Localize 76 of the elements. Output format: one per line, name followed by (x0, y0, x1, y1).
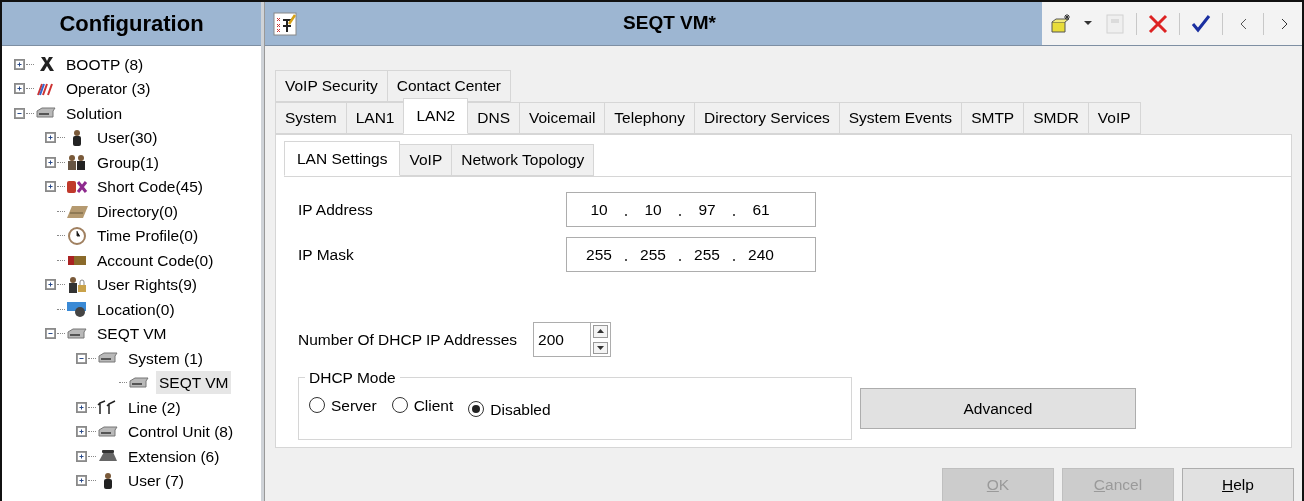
octet-field[interactable]: 10 (631, 197, 675, 222)
octet-field[interactable]: 255 (685, 242, 729, 267)
delete-icon[interactable] (1147, 12, 1169, 35)
octet-field[interactable]: 10 (577, 197, 621, 222)
check-icon[interactable] (1190, 12, 1212, 35)
tab[interactable]: VoIP (399, 144, 453, 176)
dialog-button[interactable]: Help (1182, 468, 1294, 501)
expand-icon[interactable] (45, 181, 56, 193)
form-icon (273, 11, 297, 36)
new-item-icon[interactable] (1050, 12, 1072, 35)
expand-icon[interactable] (45, 132, 56, 144)
tab[interactable]: Voicemail (519, 102, 606, 134)
expand-icon[interactable] (45, 279, 56, 291)
panel-title: Configuration (59, 10, 204, 38)
tab[interactable]: VoIP (1087, 102, 1141, 134)
radio-option[interactable]: Disabled (468, 397, 551, 421)
tab[interactable]: Contact Center (386, 70, 511, 102)
tab[interactable]: System (275, 102, 347, 134)
radio-option[interactable]: Client (391, 393, 454, 417)
tree-item[interactable]: System (1) (125, 346, 206, 370)
advanced-button[interactable]: Advanced (860, 388, 1136, 429)
tree-item[interactable]: Short Code(45) (94, 175, 206, 199)
radio-option[interactable]: Server (309, 393, 377, 417)
expand-icon[interactable] (76, 475, 87, 487)
tree-item[interactable]: Location(0) (94, 297, 178, 321)
tree-item[interactable]: User Rights(9) (94, 273, 200, 297)
tree-item[interactable]: Account Code(0) (94, 248, 217, 272)
tree-item[interactable]: Group(1) (94, 150, 163, 174)
tree-item[interactable]: BOOTP (8) (63, 52, 147, 76)
tab[interactable]: LAN1 (345, 102, 405, 134)
expand-icon[interactable] (76, 450, 87, 462)
expand-icon[interactable] (14, 83, 25, 95)
tab[interactable]: DNS (467, 102, 520, 134)
octet-field[interactable]: 240 (739, 242, 783, 267)
number-field[interactable]: 200 (533, 322, 592, 357)
tree-item[interactable]: Solution (63, 101, 125, 125)
tab[interactable]: LAN Settings (284, 141, 401, 176)
tree-item[interactable]: User(30) (94, 126, 161, 150)
location-icon (66, 300, 88, 319)
collapse-icon[interactable] (76, 352, 87, 364)
field-label: Number Of DHCP IP Addresses (298, 329, 518, 350)
group-title: DHCP Mode (309, 369, 396, 386)
tree-item[interactable]: Time Profile(0) (94, 224, 202, 248)
field-label: IP Address (298, 199, 374, 220)
tree-item[interactable]: SEQT VM (156, 371, 232, 395)
tab[interactable]: VoIP Security (275, 70, 388, 102)
tree-item[interactable]: Operator (3) (63, 77, 154, 101)
clock-icon (66, 226, 88, 245)
expand-icon[interactable] (76, 426, 87, 438)
field-label: IP Mask (298, 244, 355, 265)
tab[interactable]: Directory Services (694, 102, 840, 134)
tab[interactable]: System Events (838, 102, 963, 134)
expand-icon[interactable] (45, 156, 56, 168)
octet-field[interactable]: 97 (685, 197, 729, 222)
tab[interactable]: Telephony (604, 102, 695, 134)
people-icon (66, 153, 88, 172)
tab[interactable]: LAN2 (403, 98, 469, 134)
collapse-icon[interactable] (45, 328, 56, 340)
tree-item[interactable]: SEQT VM (94, 322, 170, 346)
tree-item[interactable]: Directory(0) (94, 199, 181, 223)
tree-item[interactable]: Control Unit (8) (125, 420, 237, 444)
tab[interactable]: Network Topology (451, 144, 595, 176)
octet-field[interactable]: 61 (739, 197, 783, 222)
spin-buttons[interactable] (591, 322, 612, 357)
expand-icon[interactable] (76, 401, 87, 413)
tab[interactable]: SMTP (961, 102, 1025, 134)
octet-field[interactable]: 255 (577, 242, 621, 267)
expand-icon[interactable] (14, 58, 25, 70)
tree-item[interactable]: Line (2) (125, 395, 184, 419)
tab[interactable]: SMDR (1023, 102, 1089, 134)
tree-item[interactable]: Extension (6) (125, 444, 223, 468)
tree-item[interactable]: User (7) (125, 469, 187, 493)
padlock-icon (66, 275, 88, 294)
octet-field[interactable]: 255 (631, 242, 675, 267)
collapse-icon[interactable] (14, 107, 25, 119)
editor-title: SEQT VM* (623, 12, 716, 34)
